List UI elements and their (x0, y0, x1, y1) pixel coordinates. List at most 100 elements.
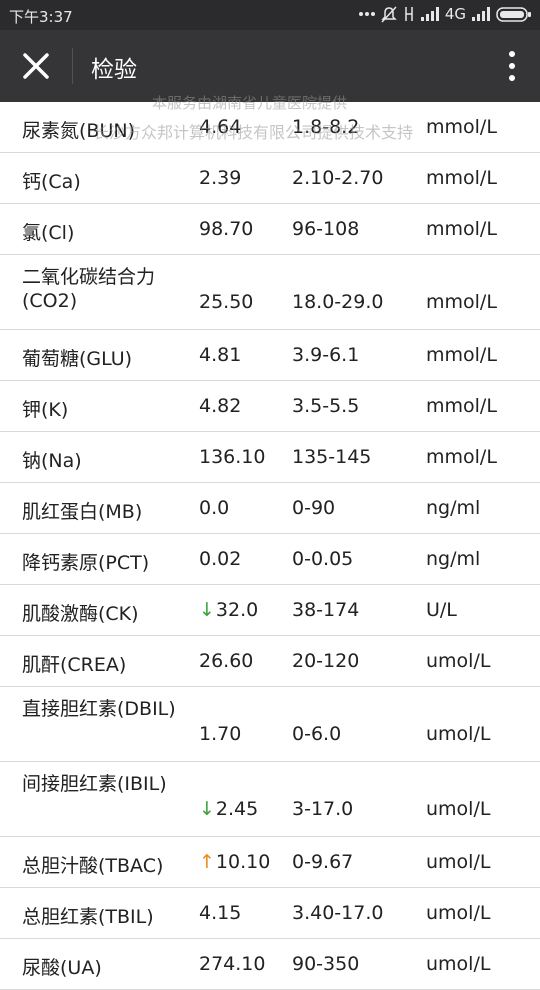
test-name: 肌酸激酶(CK) (22, 603, 139, 625)
test-value-text: 4.82 (199, 395, 242, 417)
arrow-down-icon: ↓ (199, 798, 215, 820)
result-row: 钾(K) 4.82 3.5-5.5 mmol/L (0, 381, 540, 432)
reference-range: 3.9-6.1 (292, 344, 360, 366)
result-row: 葡萄糖(GLU) 4.81 3.9-6.1 mmol/L (0, 330, 540, 381)
result-row: 间接胆红素(IBIL) ↓2.45 3-17.0 umol/L (0, 762, 540, 837)
lab-results-list: 尿素氮(BUN) 4.64 1.8-8.2 mmol/L 钙(Ca) 2.39 2.10-2… (0, 102, 540, 990)
test-value: 274.10 (199, 953, 265, 975)
test-value: 0.02 (199, 548, 241, 570)
test-value-text: 2.39 (199, 167, 242, 189)
result-row: 总胆汁酸(TBAC) ↑10.10 0-9.67 umol/L (0, 837, 540, 888)
result-row: 降钙素原(PCT) 0.02 0-0.05 ng/ml (0, 534, 540, 585)
result-row: 肌红蛋白(MB) 0.0 0-90 ng/ml (0, 483, 540, 534)
signal-icon (420, 7, 439, 21)
reference-range: 38-174 (292, 599, 360, 621)
result-row: 钙(Ca) 2.39 2.10-2.70 mmol/L (0, 153, 540, 204)
test-value-text: 32.0 (215, 599, 259, 621)
test-name: 钾(K) (22, 399, 69, 421)
test-name: 氯(Cl) (22, 222, 75, 244)
test-unit: U/L (426, 599, 457, 621)
status-time: 下午3:37 (9, 8, 73, 26)
reference-range: 0-9.67 (292, 851, 354, 873)
test-value-text: 4.81 (199, 344, 242, 366)
test-unit: umol/L (426, 723, 491, 745)
test-value: 4.81 (199, 344, 241, 366)
test-value-text: 25.50 (199, 291, 254, 313)
test-value: 2.39 (199, 167, 241, 189)
more-vertical-icon[interactable] (506, 48, 518, 84)
test-name: 总胆汁酸(TBAC) (22, 855, 164, 877)
result-row: 肌酐(CREA) 26.60 20-120 umol/L (0, 636, 540, 687)
reference-range: 0-6.0 (292, 723, 342, 745)
test-value: ↓32.0 (199, 599, 258, 621)
test-name: 间接胆红素(IBIL) (22, 773, 167, 795)
test-value: 0.0 (199, 497, 229, 519)
reference-range: 2.10-2.70 (292, 167, 384, 189)
test-name: 降钙素原(PCT) (22, 552, 150, 574)
test-unit: mmol/L (426, 167, 497, 189)
test-value: 136.10 (199, 446, 265, 468)
test-value-text: 136.10 (199, 446, 266, 468)
test-unit: ng/ml (426, 497, 481, 519)
test-unit: mmol/L (426, 344, 497, 366)
test-value: 4.82 (199, 395, 241, 417)
page-title: 检验 (91, 57, 137, 83)
test-unit: umol/L (426, 650, 491, 672)
test-value-text: 2.45 (215, 798, 259, 820)
test-value-text: 1.70 (199, 723, 242, 745)
network-type: 4G (444, 5, 466, 23)
test-unit: umol/L (426, 798, 491, 820)
reference-range: 18.0-29.0 (292, 291, 384, 313)
test-value: 98.70 (199, 218, 253, 240)
reference-range: 0-90 (292, 497, 336, 519)
test-unit: ng/ml (426, 548, 481, 570)
test-unit: umol/L (426, 953, 491, 975)
watermark-line-2: 长沙方众邦计算机科技有限公司提供技术支持 (93, 123, 414, 142)
test-value-text: 274.10 (199, 953, 266, 975)
test-value: 25.50 (199, 291, 253, 313)
close-icon[interactable] (16, 46, 56, 86)
signal-icon-2 (472, 7, 490, 21)
nav-divider (72, 48, 73, 84)
result-row: 二氧化碳结合力(CO2) 25.50 18.0-29.0 mmol/L (0, 255, 540, 330)
test-unit: mmol/L (426, 446, 497, 468)
reference-range: 3.40-17.0 (292, 902, 384, 924)
test-value: ↓2.45 (199, 798, 258, 820)
test-value: 4.15 (199, 902, 241, 924)
test-value-text: 10.10 (215, 851, 271, 873)
test-value-text: 0.0 (199, 497, 230, 519)
test-unit: umol/L (426, 851, 491, 873)
status-icons: 4G (358, 5, 532, 23)
more-dots-icon (358, 12, 375, 16)
test-value-text: 26.60 (199, 650, 254, 672)
reference-range: 3.5-5.5 (292, 395, 360, 417)
test-value-text: 0.02 (199, 548, 242, 570)
status-bar: 下午3:37 4G (0, 0, 540, 30)
test-name: 肌红蛋白(MB) (22, 501, 143, 523)
result-row: 尿酸(UA) 274.10 90-350 umol/L (0, 939, 540, 990)
result-row: 钠(Na) 136.10 135-145 mmol/L (0, 432, 540, 483)
test-value-text: 98.70 (199, 218, 254, 240)
test-value: ↑10.10 (199, 851, 270, 873)
reference-range: 90-350 (292, 953, 360, 975)
test-name: 直接胆红素(DBIL) (22, 698, 176, 720)
result-row: 肌酸激酶(CK) ↓32.0 38-174 U/L (0, 585, 540, 636)
result-row: 氯(Cl) 98.70 96-108 mmol/L (0, 204, 540, 255)
arrow-down-icon: ↓ (199, 599, 215, 621)
reference-range: 3-17.0 (292, 798, 354, 820)
test-unit: mmol/L (426, 291, 497, 313)
test-name: 肌酐(CREA) (22, 654, 127, 676)
reference-range: 0-0.05 (292, 548, 354, 570)
battery-icon (496, 6, 531, 22)
watermark-line-1: 本服务由湖南省儿童医院提供 (152, 94, 348, 112)
sim-icon (405, 7, 413, 21)
result-row: 总胆红素(TBIL) 4.15 3.40-17.0 umol/L (0, 888, 540, 939)
test-name: 钙(Ca) (22, 171, 81, 193)
test-unit: umol/L (426, 902, 491, 924)
result-row: 直接胆红素(DBIL) 1.70 0-6.0 umol/L (0, 687, 540, 762)
test-name: 二氧化碳结合力(CO2) (22, 266, 156, 312)
test-value: 26.60 (199, 650, 253, 672)
reference-range: 20-120 (292, 650, 360, 672)
test-unit: mmol/L (426, 395, 497, 417)
test-unit: mmol/L (426, 218, 497, 240)
